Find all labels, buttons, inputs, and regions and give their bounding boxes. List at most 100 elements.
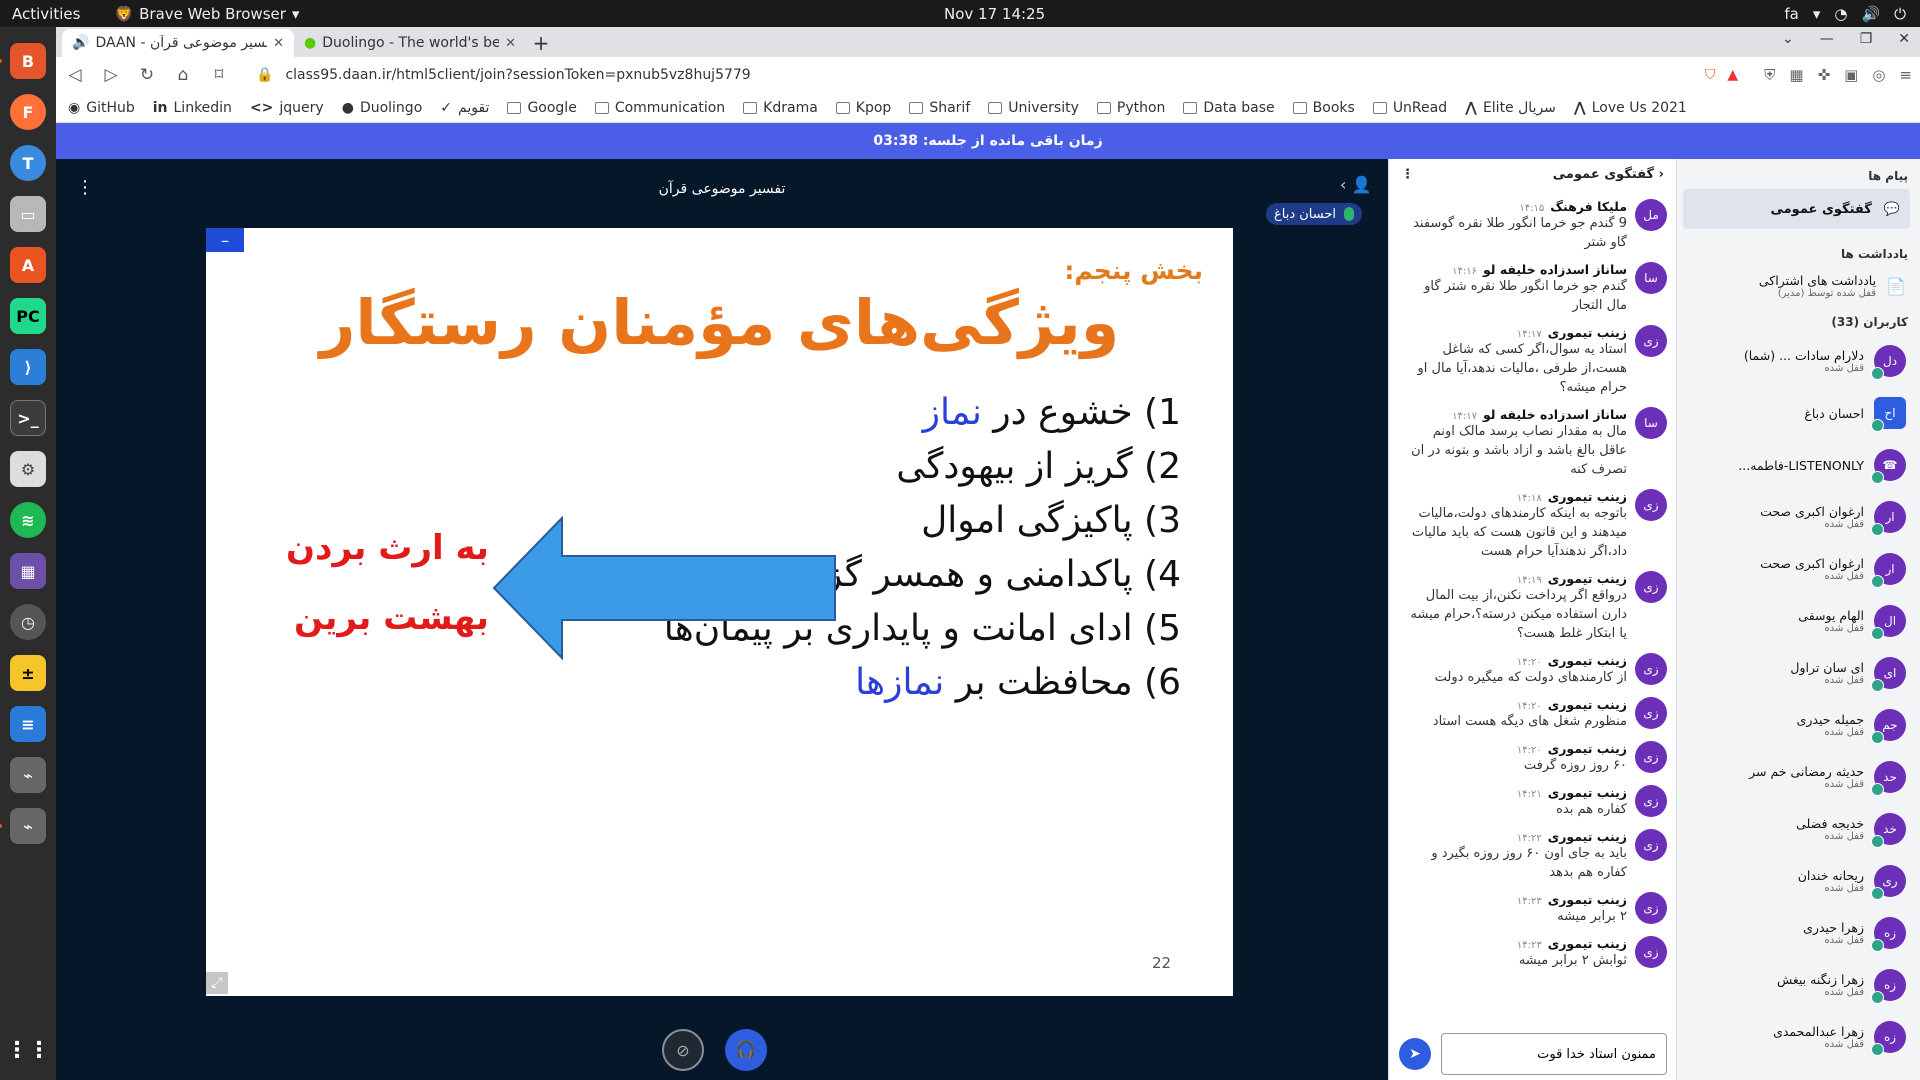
bookmark-item[interactable]: Kpop <box>835 100 891 116</box>
bookmark-item[interactable]: ✓ تقویم <box>440 100 489 116</box>
settings-icon[interactable]: ⚙ <box>10 451 46 487</box>
app-menu[interactable]: 🦁 Brave Web Browser ▾ <box>114 5 299 23</box>
bookmark-item[interactable]: Python <box>1096 100 1165 116</box>
clock[interactable]: Nov 17 14:25 <box>944 5 1045 23</box>
url-text: class95.daan.ir/html5client/join?session… <box>285 67 751 83</box>
menu-icon[interactable]: ≡ <box>1899 66 1912 84</box>
firefox-icon[interactable]: F <box>10 94 46 130</box>
close-icon[interactable]: ✕ <box>273 36 284 51</box>
dock: B F T ▭ A PC ⟩ >_ ⚙ ≋ ▦ ◷ ± ≡ ⌁ ⌁ ⋮⋮ <box>0 27 56 1080</box>
user-list-item[interactable]: دل دلارام سادات ... (شما) قفل شده <box>1677 335 1920 387</box>
maximize-icon[interactable]: ❐ <box>1860 31 1873 47</box>
activities-button[interactable]: Activities <box>12 5 80 23</box>
user-list-toggle-icon[interactable]: ‹ 👤 <box>1340 175 1371 194</box>
bookmark-item[interactable]: in Linkedin <box>153 100 232 116</box>
bookmark-item[interactable]: Google <box>507 100 577 116</box>
bookmark-item[interactable]: <> jquery <box>250 100 324 116</box>
bookmark-item[interactable]: UnRead <box>1372 100 1447 116</box>
user-list-item[interactable]: ای ای سان تراول قفل شده <box>1677 647 1920 699</box>
vscode-icon[interactable]: ⟩ <box>10 349 46 385</box>
brave-rewards-icon[interactable]: ▲ <box>1727 67 1738 83</box>
files-icon[interactable]: ▭ <box>10 196 46 232</box>
writer-icon[interactable]: ≡ <box>10 706 46 742</box>
bookmark-item[interactable]: Data base <box>1183 100 1275 116</box>
minimize-presentation-button[interactable]: – <box>206 228 244 252</box>
address-bar[interactable]: 🔒 class95.daan.ir/html5client/join?sessi… <box>244 61 1751 89</box>
bookmarks-bar: ◉ GitHub in Linkedin <> jquery ● Duolingo ✓ تقویم… <box>56 93 1920 123</box>
thunderbird-icon[interactable]: T <box>10 145 46 181</box>
user-list-item[interactable]: زه زهرا عبدالمحمدی قفل شده <box>1677 1011 1920 1063</box>
chat-input[interactable] <box>1441 1033 1667 1075</box>
chat-messages[interactable]: مل ملیکا فرهنگ۱۴:۱۵ 9 گندم جو خرما انگور ط… <box>1389 195 1677 1015</box>
language-indicator[interactable]: fa <box>1784 5 1798 23</box>
new-tab-button[interactable]: + <box>526 29 556 57</box>
bookmark-label: Elite سریال <box>1482 99 1556 116</box>
minimize-icon[interactable]: — <box>1820 31 1834 47</box>
slide-list-item: 2) گریز از بیهودگی <box>896 446 1181 487</box>
home-icon[interactable]: ⌂ <box>172 65 194 85</box>
usb-drive-icon[interactable]: ⌁ <box>10 757 46 793</box>
public-chat-item[interactable]: 💬 گفتگوی عمومی <box>1683 189 1910 229</box>
share-webcam-button[interactable]: ⊘ <box>662 1029 704 1071</box>
spotify-icon[interactable]: ≋ <box>10 502 46 538</box>
extension-icon[interactable]: ▦ <box>1789 66 1803 84</box>
bookmark-item[interactable]: Kdrama <box>743 100 818 116</box>
bookmark-item[interactable]: University <box>988 100 1079 116</box>
user-list-item[interactable]: اح احسان دباغ <box>1677 387 1920 439</box>
bookmark-item[interactable]: ⋀ Elite سریال <box>1465 100 1556 116</box>
profile-icon[interactable]: ◎ <box>1872 66 1885 84</box>
chat-title[interactable]: ‹ گفتگوی عمومی <box>1553 167 1664 182</box>
user-list-item[interactable]: جم جمیله حیدری قفل شده <box>1677 699 1920 751</box>
terminal-icon[interactable]: >_ <box>10 400 46 436</box>
close-window-icon[interactable]: ✕ <box>1898 31 1910 47</box>
user-status: قفل شده <box>1824 519 1864 530</box>
reload-icon[interactable]: ↻ <box>136 65 158 85</box>
public-chat-label: گفتگوی عمومی <box>1770 201 1872 217</box>
clock-app-icon[interactable]: ◷ <box>10 604 46 640</box>
brave-shields-icon[interactable]: ⛉ <box>1705 67 1716 83</box>
user-list-item[interactable]: خد خدیجه فضلی قفل شده <box>1677 803 1920 855</box>
user-list-item[interactable]: زه زهرا حیدری قفل شده <box>1677 907 1920 959</box>
user-list-item[interactable]: ار ارغوان اکبری صحت قفل شده <box>1677 543 1920 595</box>
shared-notes-item[interactable]: 📄 یادداشت های اشتراکی قفل شده توسط (مدیر… <box>1677 267 1920 305</box>
bookmark-item[interactable]: Books <box>1292 100 1355 116</box>
bookmark-item[interactable]: ⋀ Love Us 2021 <box>1574 100 1687 116</box>
show-apps-icon[interactable]: ⋮⋮ <box>6 1032 50 1068</box>
user-list-item[interactable]: زه زهرا زنگنه بیغش قفل شده <box>1677 959 1920 1011</box>
system-tray[interactable]: fa ▾ ◔ 🔊 ⏻ <box>1784 5 1906 23</box>
tab-search-icon[interactable]: ⌄ <box>1782 31 1794 47</box>
brave-icon[interactable]: B <box>0 43 46 79</box>
user-list-item[interactable]: حد حدیثه رمضانی خم سر قفل شده <box>1677 751 1920 803</box>
user-list: دل دلارام سادات ... (شما) قفل شده اح احسان د… <box>1677 335 1920 1063</box>
video-editor-icon[interactable]: ▦ <box>10 553 46 589</box>
vpn-icon[interactable]: ⛨ <box>1764 66 1775 84</box>
fullscreen-button[interactable]: ⤢ <box>206 972 228 994</box>
bookmark-item[interactable]: Communication <box>594 100 725 116</box>
software-center-icon[interactable]: A <box>10 247 46 283</box>
pycharm-icon[interactable]: PC <box>10 298 46 334</box>
user-list-item[interactable]: ری ریحانه خندان قفل شده <box>1677 855 1920 907</box>
user-list-item[interactable]: ال الهام یوسفی قفل شده <box>1677 595 1920 647</box>
browser-window: 🔊 DAAN - تفسیر موضوعی قرآن ✕ ● Duolingo … <box>56 27 1920 1080</box>
bookmark-item[interactable]: Sharif <box>909 100 970 116</box>
presenter-badge: احسان دباغ <box>1266 203 1363 225</box>
folder-icon <box>1096 101 1111 114</box>
close-icon[interactable]: ✕ <box>505 36 516 51</box>
send-icon[interactable]: ➤ <box>1399 1038 1431 1070</box>
audio-headphones-button[interactable]: 🎧 <box>725 1029 767 1071</box>
bookmark-icon[interactable]: ⌑ <box>208 65 230 85</box>
user-list-item[interactable]: ار ارغوان اکبری صحت قفل شده <box>1677 491 1920 543</box>
chat-options-icon[interactable]: ⋮ <box>1401 167 1414 182</box>
tab-duolingo[interactable]: ● Duolingo - The world's best w ✕ <box>294 29 526 57</box>
bookmark-item[interactable]: ● Duolingo <box>342 100 423 116</box>
extensions-puzzle-icon[interactable]: ✜ <box>1818 66 1831 84</box>
back-icon[interactable]: ◁ <box>64 65 86 85</box>
wallet-icon[interactable]: ▣ <box>1844 66 1858 84</box>
tab-daan[interactable]: 🔊 DAAN - تفسیر موضوعی قرآن ✕ <box>62 29 294 57</box>
avatar: ار <box>1871 501 1906 536</box>
bookmark-item[interactable]: ◉ GitHub <box>68 100 135 116</box>
user-list-item[interactable]: ☎ LISTENONLY-فاطمه... <box>1677 439 1920 491</box>
forward-icon[interactable]: ▷ <box>100 65 122 85</box>
usb-drive-icon-2[interactable]: ⌁ <box>0 808 46 844</box>
calculator-icon[interactable]: ± <box>10 655 46 691</box>
